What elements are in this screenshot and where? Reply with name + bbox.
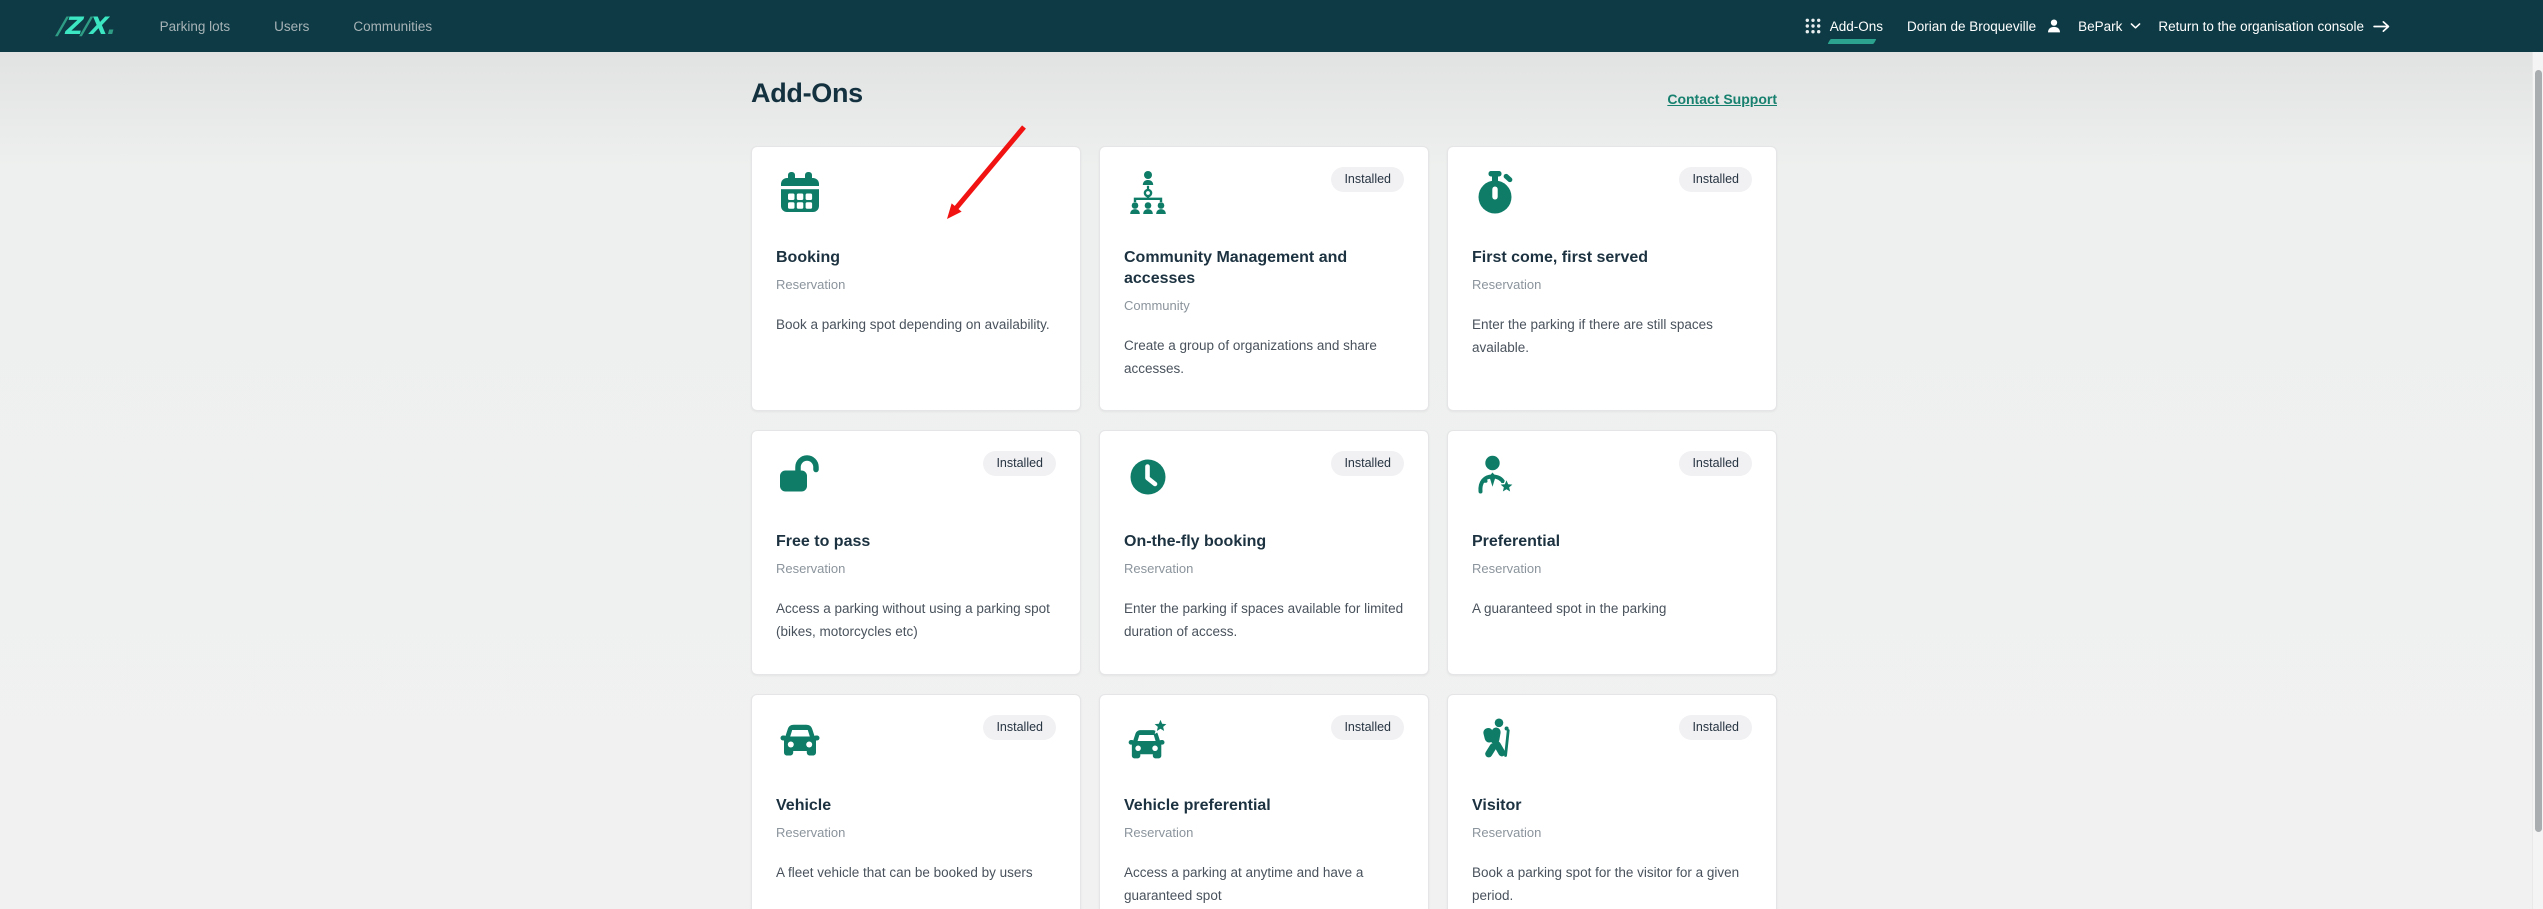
clock-icon [1124,453,1172,501]
addon-title: First come, first served [1472,247,1752,268]
nav-item-users[interactable]: Users [274,19,309,34]
addon-title: Booking [776,247,1056,268]
app-logo[interactable]: /Z/X. [57,12,117,40]
primary-nav: Parking lots Users Communities [160,19,433,34]
card-head: Installed [776,453,1056,501]
scrollbar-thumb[interactable] [2535,70,2542,832]
card-head: Installed [1472,169,1752,217]
addon-title: Preferential [1472,531,1752,552]
user-icon [2045,17,2063,35]
addon-title: Vehicle preferential [1124,795,1404,816]
car-star-icon [1124,717,1172,765]
addon-category: Reservation [1472,277,1752,292]
scrollbar-track[interactable] [2532,52,2543,909]
addon-card[interactable]: Installed Free to pass Reservation Acces… [751,430,1081,675]
person-star-icon [1472,453,1520,501]
active-app-underline [1827,39,1876,44]
addon-title: On-the-fly booking [1124,531,1404,552]
hiker-icon [1472,717,1520,765]
installed-badge: Installed [983,451,1056,476]
stopwatch-icon [1472,169,1520,217]
chevron-down-icon [2130,22,2141,30]
addon-card[interactable]: Installed Booking Reservation Book a par… [751,146,1081,411]
addon-category: Reservation [1472,561,1752,576]
addon-card[interactable]: Installed Visitor Reservation Book a par… [1447,694,1777,909]
addon-category: Reservation [776,825,1056,840]
user-name: Dorian de Broqueville [1907,19,2036,34]
installed-badge: Installed [1679,715,1752,740]
installed-badge: Installed [1331,451,1404,476]
addon-category: Reservation [1124,825,1404,840]
addon-description: A fleet vehicle that can be booked by us… [776,862,1056,885]
org-chart-icon [1124,169,1172,217]
unlock-icon [776,453,824,501]
return-to-console-link[interactable]: Return to the organisation console [2158,19,2391,34]
installed-badge: Installed [1331,167,1404,192]
addon-description: Create a group of organizations and shar… [1124,335,1404,380]
addons-grid: Installed Booking Reservation Book a par… [751,146,1777,909]
addon-title: Visitor [1472,795,1752,816]
page-header: Add-Ons Contact Support [751,52,1777,109]
card-head: Installed [776,717,1056,765]
addon-category: Reservation [1472,825,1752,840]
installed-badge: Installed [1679,167,1752,192]
card-head: Installed [776,169,1056,217]
return-to-console-label: Return to the organisation console [2158,19,2364,34]
addon-card[interactable]: Installed Vehicle preferential Reservati… [1099,694,1429,909]
calendar-icon [776,169,824,217]
addon-description: Book a parking spot for the visitor for … [1472,862,1752,907]
addon-description: Access a parking without using a parking… [776,598,1056,643]
user-menu[interactable]: Dorian de Broqueville [1907,17,2063,35]
addon-card[interactable]: Installed First come, first served Reser… [1447,146,1777,411]
nav-item-parking-lots[interactable]: Parking lots [160,19,231,34]
top-navbar: /Z/X. Parking lots Users Communities Add… [0,0,2543,52]
addon-card[interactable]: Installed Preferential Reservation A gua… [1447,430,1777,675]
installed-badge: Installed [983,715,1056,740]
main-content: Add-Ons Contact Support Installed Bookin… [0,52,2543,909]
page-title: Add-Ons [751,78,863,109]
organisation-selector[interactable]: BePark [2078,19,2141,34]
addon-card[interactable]: Installed Vehicle Reservation A fleet ve… [751,694,1081,909]
addon-title: Vehicle [776,795,1056,816]
card-head: Installed [1124,453,1404,501]
addon-description: A guaranteed spot in the parking [1472,598,1752,621]
contact-support-link[interactable]: Contact Support [1667,91,1777,109]
card-head: Installed [1472,717,1752,765]
addon-description: Enter the parking if there are still spa… [1472,314,1752,359]
app-switcher[interactable]: Add-Ons [1805,18,1883,34]
addon-title: Community Management and accesses [1124,247,1404,289]
grid-apps-icon [1805,18,1821,34]
installed-badge: Installed [1679,451,1752,476]
addon-category: Reservation [1124,561,1404,576]
addon-card[interactable]: Installed On-the-fly booking Reservation… [1099,430,1429,675]
addon-description: Enter the parking if spaces available fo… [1124,598,1404,643]
active-app-label: Add-Ons [1830,19,1883,34]
nav-item-communities[interactable]: Communities [353,19,432,34]
car-icon [776,717,824,765]
installed-badge: Installed [1331,715,1404,740]
addon-category: Reservation [776,277,1056,292]
card-head: Installed [1124,169,1404,217]
addon-description: Book a parking spot depending on availab… [776,314,1056,337]
addon-category: Reservation [776,561,1056,576]
nav-right-group: Add-Ons Dorian de Broqueville BePark Ret… [1805,17,2391,35]
arrow-right-icon [2372,20,2391,33]
organisation-name: BePark [2078,19,2122,34]
addon-title: Free to pass [776,531,1056,552]
addon-description: Access a parking at anytime and have a g… [1124,862,1404,907]
card-head: Installed [1472,453,1752,501]
addon-card[interactable]: Installed Community Management and acces… [1099,146,1429,411]
addon-category: Community [1124,298,1404,313]
card-head: Installed [1124,717,1404,765]
